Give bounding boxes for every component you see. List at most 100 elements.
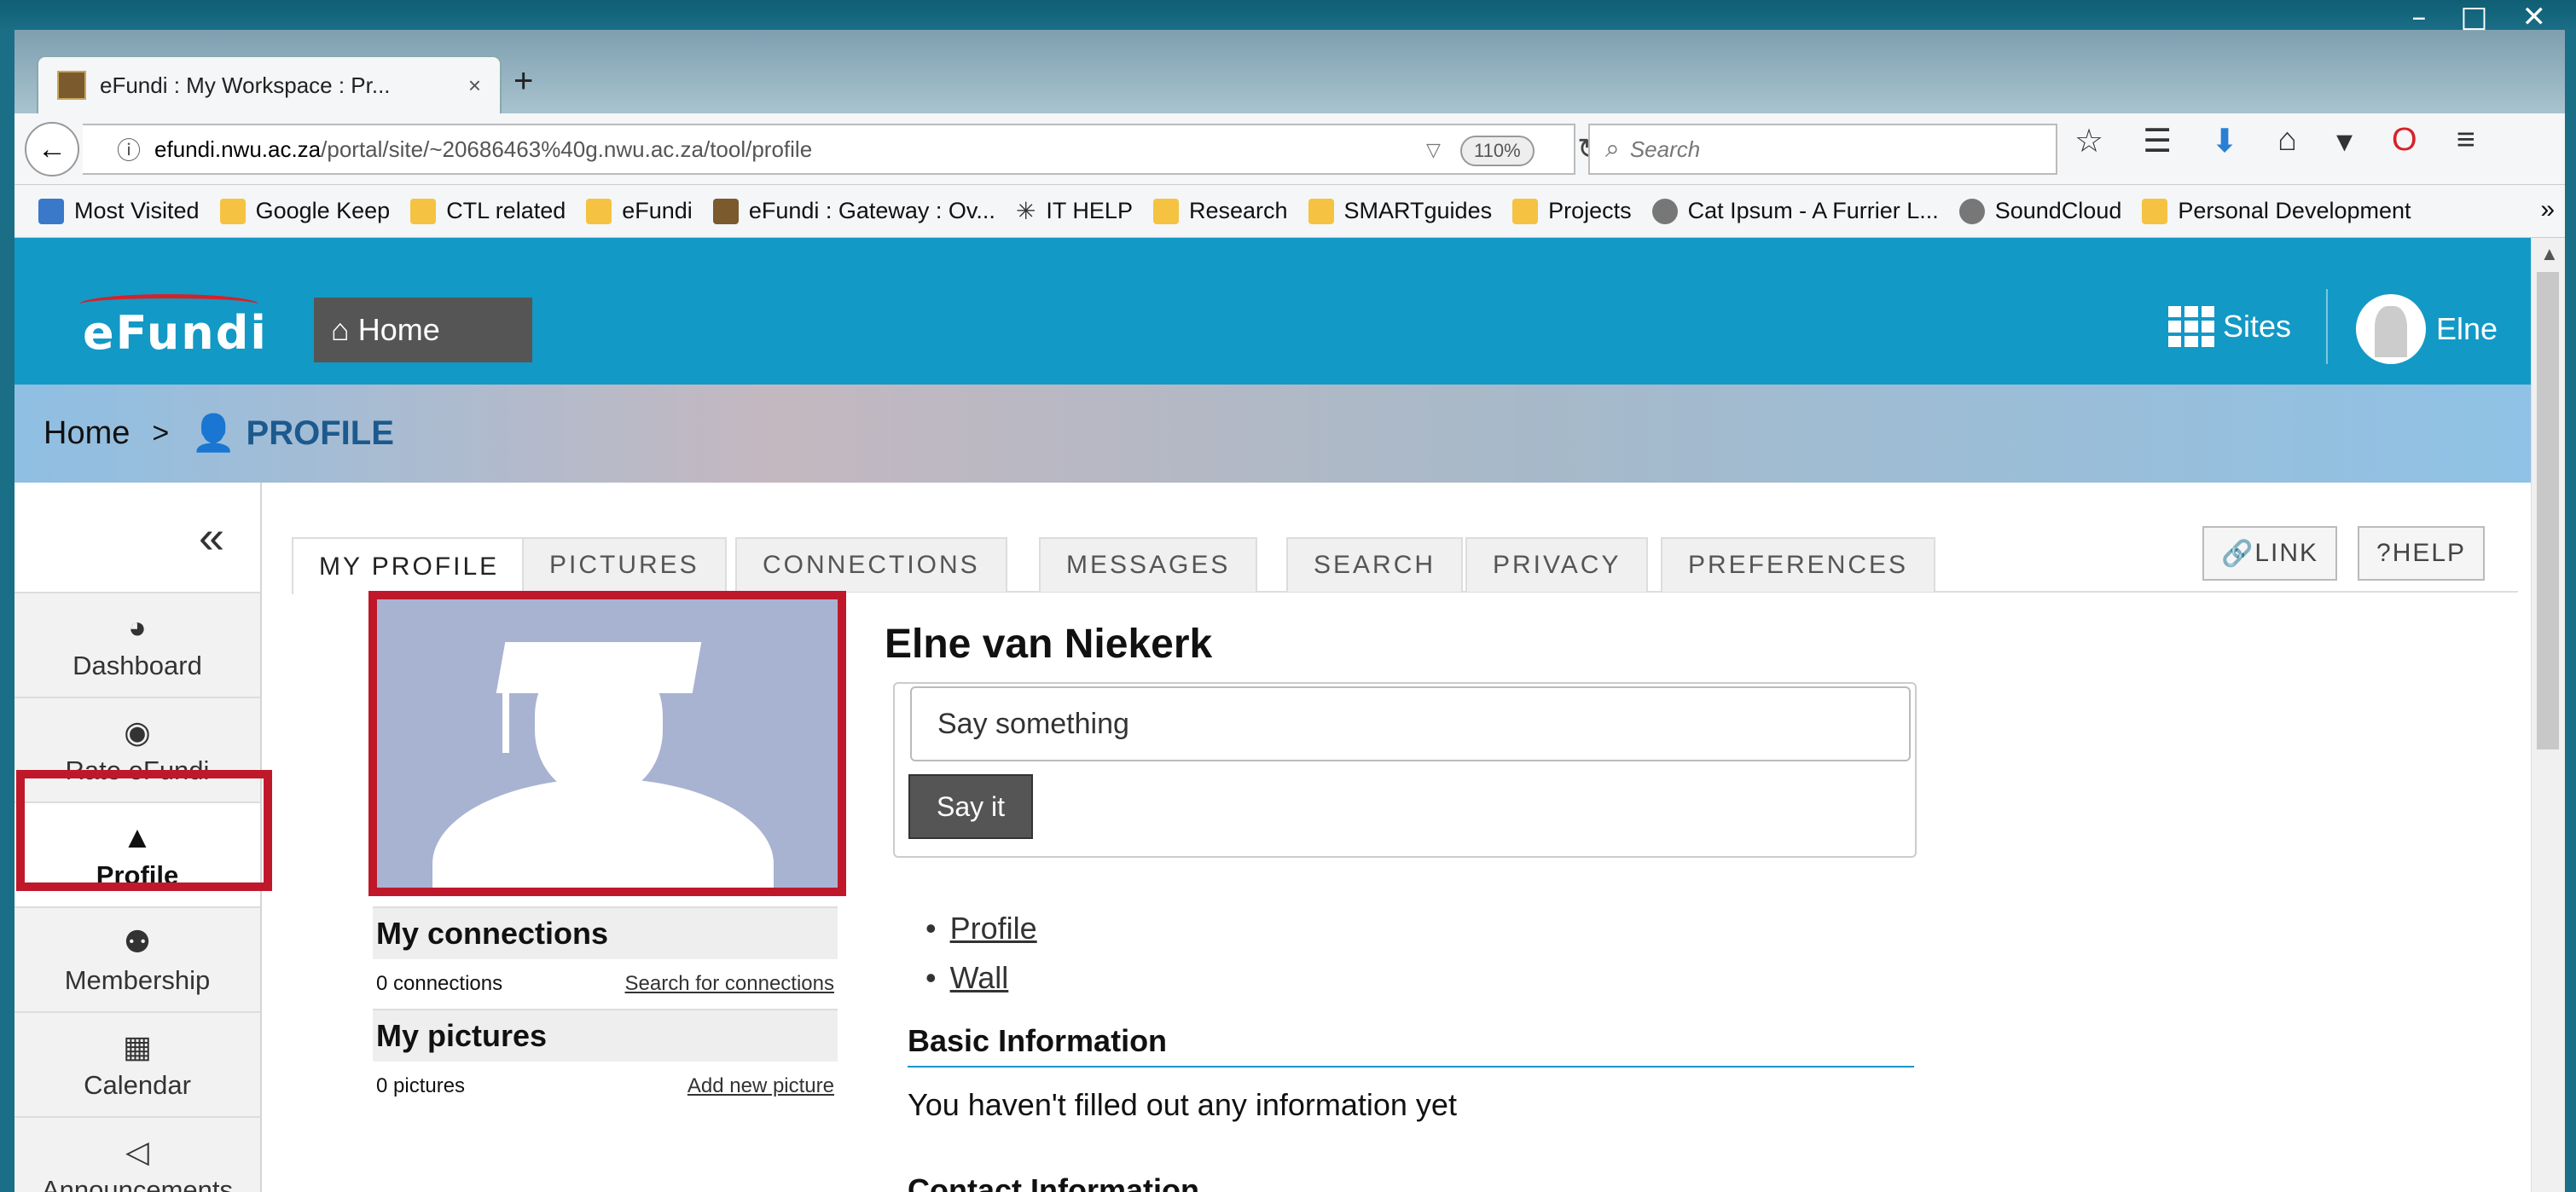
- globe-icon: [1651, 198, 1678, 224]
- sidebar-item-membership[interactable]: ⚉ Membership: [15, 908, 260, 1013]
- home-button[interactable]: ⌂ Home: [314, 298, 532, 362]
- minimize-icon[interactable]: –: [2411, 0, 2426, 34]
- profile-links: • Profile • Wall: [925, 904, 1037, 1003]
- bookmark-item[interactable]: SMARTguides: [1308, 198, 1492, 224]
- breadcrumb-home[interactable]: Home: [44, 415, 130, 452]
- bookmark-item[interactable]: eFundi: [586, 198, 693, 224]
- basic-info-text: You haven't filled out any information y…: [908, 1087, 1457, 1122]
- address-bar[interactable]: ⓘ efundi.nwu.ac.za /portal/site/~2068646…: [83, 124, 1602, 175]
- breadcrumb: Home > 👤 PROFILE: [15, 385, 2531, 483]
- folder-icon: [1308, 198, 1334, 224]
- bookmark-item[interactable]: eFundi : Gateway : Ov...: [712, 198, 995, 224]
- reading-list-icon[interactable]: ☰: [2143, 122, 2172, 160]
- opera-icon[interactable]: O: [2392, 122, 2417, 160]
- sidebar-item-announcements[interactable]: ◁ Announcements: [15, 1118, 260, 1192]
- menu-icon[interactable]: ≡: [2457, 122, 2475, 160]
- megaphone-icon: ◁: [125, 1133, 149, 1169]
- url-host: efundi.nwu.ac.za: [154, 136, 322, 162]
- contact-info-heading: Contact Information: [908, 1172, 1914, 1192]
- maximize-icon[interactable]: □: [2460, 0, 2487, 34]
- efundi-favicon-icon: [712, 198, 739, 224]
- scroll-up-icon[interactable]: ▲: [2540, 243, 2559, 265]
- globe-icon: [1958, 198, 1985, 224]
- browser-search-input[interactable]: ⌕ Search: [1588, 124, 2057, 175]
- scrollbar-thumb[interactable]: [2537, 272, 2559, 749]
- google-keep-icon: [219, 198, 246, 224]
- tab-connections[interactable]: CONNECTIONS: [735, 537, 1007, 592]
- desktop-strip: [0, 0, 2576, 30]
- sidebar-item-dashboard[interactable]: ◕ Dashboard: [15, 593, 260, 698]
- new-tab-button[interactable]: +: [513, 62, 533, 101]
- profile-tabs: MY PROFILE PICTURES CONNECTIONS MESSAGES…: [292, 490, 2518, 594]
- link-button[interactable]: 🔗 LINK: [2202, 526, 2338, 581]
- browser-window: eFundi : My Workspace : Pr... × + ← ⓘ ef…: [15, 30, 2565, 1192]
- url-path: /portal/site/~20686463%40g.nwu.ac.za/too…: [321, 136, 813, 162]
- bookmark-item[interactable]: Most Visited: [38, 198, 200, 224]
- tab-search[interactable]: SEARCH: [1286, 537, 1464, 592]
- home-icon[interactable]: ⌂: [2277, 122, 2297, 160]
- connections-title: My connections: [373, 906, 838, 959]
- search-placeholder: Search: [1629, 136, 1701, 162]
- sidebar-item-calendar[interactable]: ▦ Calendar: [15, 1013, 260, 1118]
- folder-icon: [1152, 198, 1179, 224]
- highlight-box-profile: [16, 770, 272, 891]
- avatar: [2356, 294, 2426, 364]
- browser-tab[interactable]: eFundi : My Workspace : Pr... ×: [37, 55, 502, 113]
- tab-preferences[interactable]: PREFERENCES: [1661, 537, 1936, 592]
- header-divider: [2326, 289, 2328, 364]
- efundi-favicon-icon: [57, 71, 86, 100]
- tab-privacy[interactable]: PRIVACY: [1465, 537, 1649, 592]
- tab-my-profile[interactable]: MY PROFILE: [292, 537, 527, 594]
- folder-icon: [586, 198, 612, 224]
- help-icon: ?: [2376, 539, 2393, 567]
- connections-panel: My connections 0 connections Search for …: [373, 906, 838, 1009]
- pictures-count: 0 pictures: [376, 1074, 466, 1097]
- bookmark-item[interactable]: Research: [1152, 198, 1288, 224]
- list-item: • Wall: [925, 960, 1009, 996]
- bookmarks-overflow-icon[interactable]: »: [2540, 195, 2555, 224]
- tab-pictures[interactable]: PICTURES: [522, 537, 727, 592]
- tab-bar: eFundi : My Workspace : Pr... × +: [15, 30, 2565, 113]
- page-title: PROFILE: [246, 414, 394, 452]
- profile-name: Elne van Niekerk: [885, 622, 1213, 667]
- bookmark-item[interactable]: Cat Ipsum - A Furrier L...: [1651, 198, 1939, 224]
- globe-icon: ◉: [124, 714, 151, 749]
- page-scrollbar[interactable]: ▲: [2531, 238, 2565, 1192]
- status-input[interactable]: Say something: [910, 686, 1911, 761]
- zoom-indicator[interactable]: 110%: [1460, 136, 1535, 166]
- download-icon[interactable]: ⬇: [2211, 122, 2238, 160]
- list-item: • Profile: [925, 911, 1037, 946]
- wall-link[interactable]: Wall: [950, 960, 1009, 996]
- tab-messages[interactable]: MESSAGES: [1039, 537, 1258, 592]
- say-it-button[interactable]: Say it: [908, 774, 1033, 839]
- profile-link[interactable]: Profile: [950, 911, 1037, 946]
- bookmark-item[interactable]: Personal Development: [2142, 198, 2411, 224]
- user-icon: 👤: [191, 413, 236, 453]
- close-window-icon[interactable]: ✕: [2522, 0, 2547, 34]
- add-picture-link[interactable]: Add new picture: [688, 1074, 834, 1098]
- efundi-logo[interactable]: eFundi: [79, 294, 268, 360]
- info-icon[interactable]: ⓘ: [117, 132, 141, 166]
- help-button[interactable]: ? HELP: [2358, 526, 2486, 581]
- it-help-icon: ✳: [1015, 198, 1036, 224]
- search-connections-link[interactable]: Search for connections: [625, 972, 834, 996]
- highlight-box-picture: [368, 591, 846, 896]
- bookmark-item[interactable]: Projects: [1512, 198, 1632, 224]
- breadcrumb-separator: >: [152, 417, 170, 449]
- close-tab-icon[interactable]: ×: [468, 72, 481, 99]
- toolbar-icons: ☆ ☰ ⬇ ⌂ ▾ O ≡: [2074, 122, 2475, 160]
- sites-button[interactable]: Sites: [2168, 306, 2291, 347]
- bookmark-item[interactable]: CTL related: [410, 198, 566, 224]
- home-icon: ⌂: [331, 312, 350, 347]
- url-dropdown-icon[interactable]: ▽: [1426, 139, 1441, 161]
- collapse-sidebar-button[interactable]: «: [15, 483, 260, 593]
- bookmark-star-icon[interactable]: ☆: [2074, 122, 2103, 160]
- user-menu[interactable]: Elne: [2356, 294, 2498, 364]
- logo-arc: [79, 294, 258, 315]
- back-button[interactable]: ←: [25, 122, 79, 176]
- bookmark-item[interactable]: SoundCloud: [1958, 198, 2121, 224]
- bookmark-item[interactable]: ✳ IT HELP: [1016, 198, 1133, 224]
- dashboard-icon: ◕: [128, 609, 147, 645]
- bookmark-item[interactable]: Google Keep: [219, 198, 390, 224]
- pocket-icon[interactable]: ▾: [2336, 122, 2353, 160]
